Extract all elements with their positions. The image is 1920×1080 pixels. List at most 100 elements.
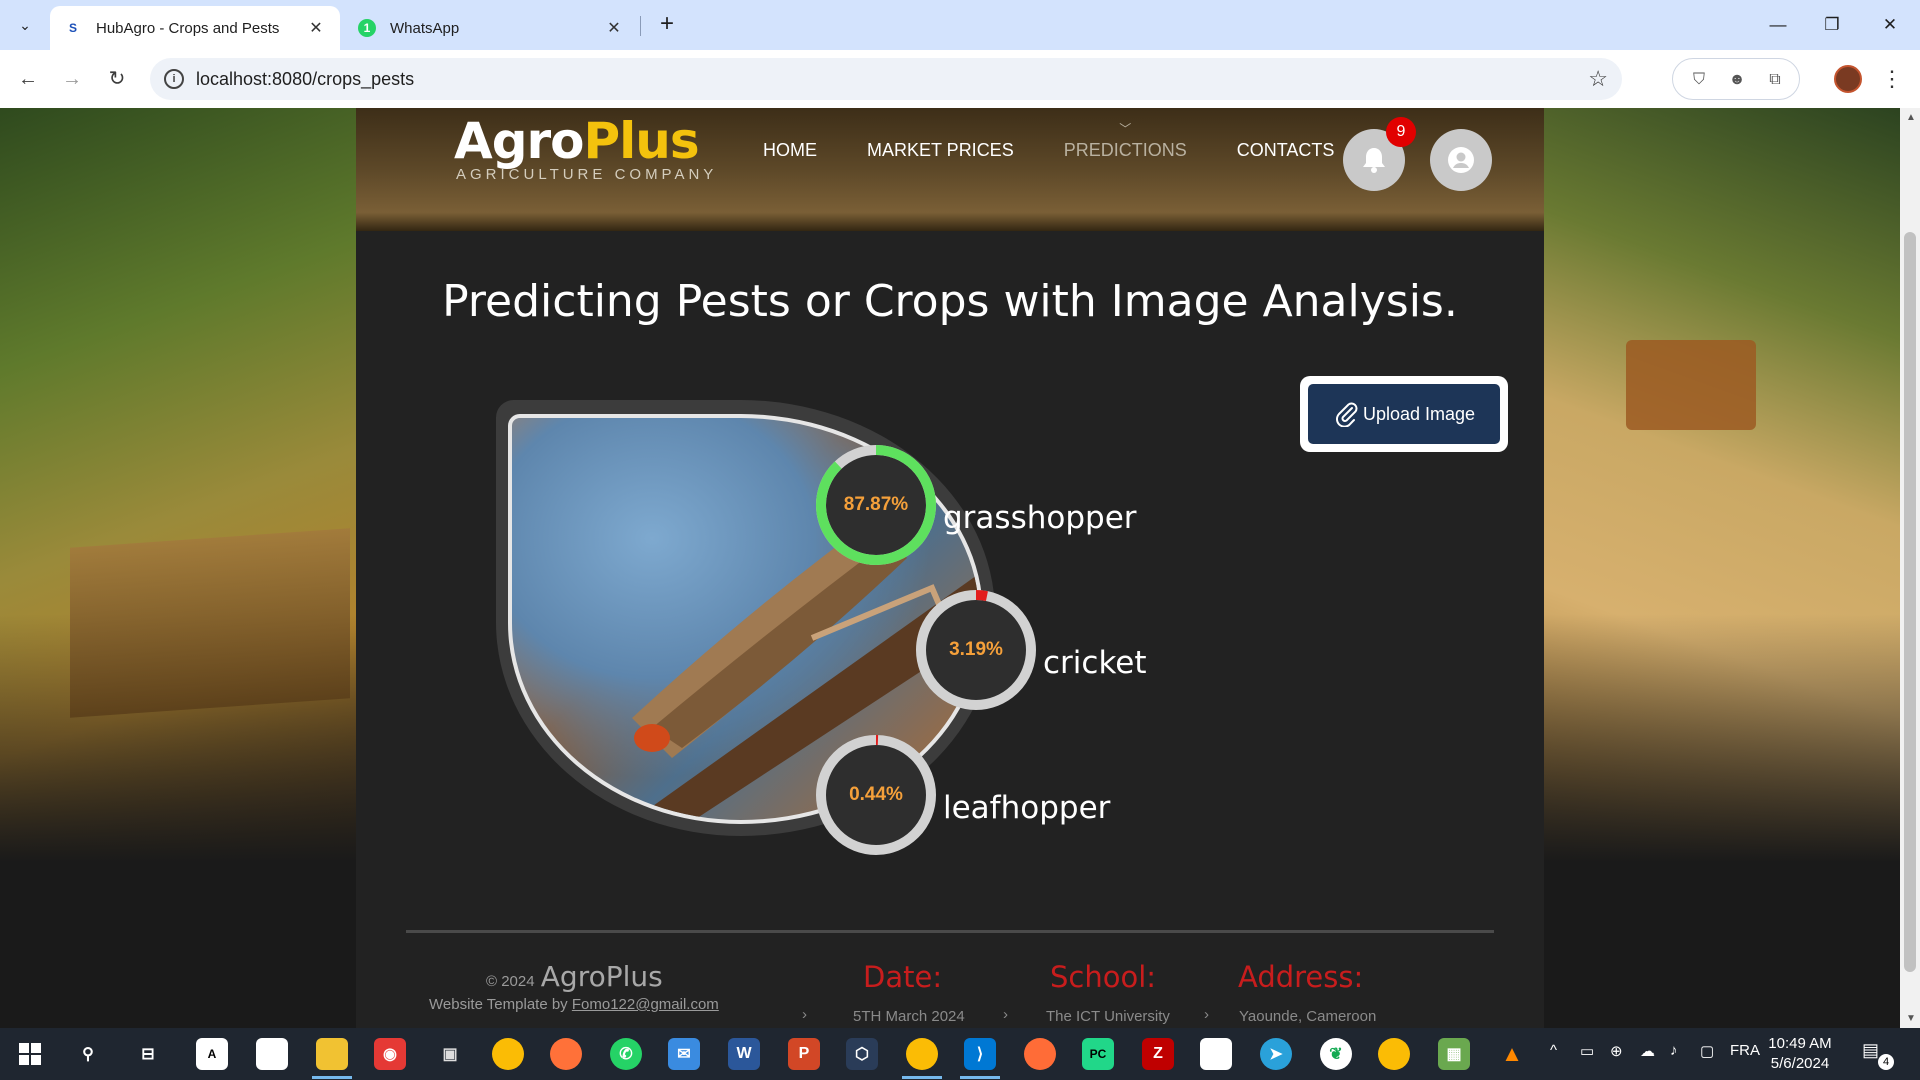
- chrome-icon[interactable]: [492, 1038, 524, 1070]
- prediction-item: 3.19% cricket: [913, 587, 1147, 713]
- chevron-down-icon: ﹀: [1119, 122, 1132, 136]
- prediction-percent: 3.19%: [949, 639, 1003, 660]
- footer-template-credit: Website Template by Fomo122@gmail.com: [429, 996, 719, 1013]
- onedrive-icon[interactable]: ☁: [1640, 1042, 1655, 1060]
- tab-whatsapp[interactable]: 1 WhatsApp ✕: [344, 6, 638, 50]
- tab-search-button[interactable]: ⌄: [8, 9, 42, 41]
- nav-home[interactable]: HOME: [763, 140, 817, 161]
- pycharm-icon[interactable]: PC: [1082, 1038, 1114, 1070]
- network-icon[interactable]: ⊕: [1610, 1042, 1623, 1060]
- volume-icon[interactable]: ♪: [1670, 1042, 1678, 1059]
- prediction-label: leafhopper: [943, 790, 1111, 826]
- footer-address-label: Address:: [1238, 960, 1364, 994]
- app-icon[interactable]: ▦: [1438, 1038, 1470, 1070]
- tab-separator: [640, 16, 641, 36]
- footer-date-label: Date:: [863, 960, 943, 994]
- input-language[interactable]: FRA: [1730, 1042, 1760, 1059]
- reload-icon[interactable]: ↻: [101, 63, 133, 95]
- close-tab-icon[interactable]: ✕: [604, 18, 624, 38]
- browser-menu-icon[interactable]: ⋮: [1880, 63, 1904, 95]
- footer-divider: [406, 930, 1494, 933]
- copyright-year: © 2024: [486, 973, 535, 990]
- new-tab-button[interactable]: +: [652, 10, 682, 40]
- chrome-active-icon[interactable]: [906, 1038, 938, 1070]
- browser-toolbar: ← → ↻ i localhost:8080/crops_pests ☆ ⛉ ☻…: [0, 50, 1920, 108]
- user-circle-icon: [1448, 147, 1474, 173]
- app-icon[interactable]: ⬡: [846, 1038, 878, 1070]
- forward-icon[interactable]: →: [56, 63, 88, 95]
- footer-school-label: School:: [1050, 960, 1157, 994]
- task-view-icon[interactable]: ⊟: [132, 1038, 164, 1070]
- profile-avatar[interactable]: [1834, 65, 1862, 93]
- windows-start-icon[interactable]: [14, 1038, 46, 1070]
- page-title: Predicting Pests or Crops with Image Ana…: [442, 276, 1458, 327]
- screen-recorder-icon[interactable]: ◉: [374, 1038, 406, 1070]
- chrome-icon[interactable]: [1378, 1038, 1410, 1070]
- site-header: AgroPlus AGRICULTURE COMPANY HOME MARKET…: [356, 108, 1544, 231]
- back-icon[interactable]: ←: [12, 63, 44, 95]
- nav-contacts[interactable]: CONTACTS: [1237, 140, 1335, 161]
- user-account-button[interactable]: [1430, 129, 1492, 191]
- url-text[interactable]: localhost:8080/crops_pests: [196, 69, 414, 90]
- display-icon[interactable]: ▢: [1700, 1042, 1714, 1060]
- tray-chevron-icon[interactable]: ^: [1550, 1042, 1557, 1059]
- vscode-icon[interactable]: ⟩: [964, 1038, 996, 1070]
- site-logo[interactable]: AgroPlus AGRICULTURE COMPANY: [454, 112, 717, 183]
- powerpoint-icon[interactable]: P: [788, 1038, 820, 1070]
- nav-market-prices[interactable]: MARKET PRICES: [867, 140, 1014, 161]
- site-info-icon[interactable]: i: [164, 69, 184, 89]
- puzzle-extensions-icon[interactable]: ⧉: [1763, 68, 1787, 92]
- footer-school-value: The ICT University: [1046, 1008, 1170, 1025]
- address-bar[interactable]: i localhost:8080/crops_pests ☆: [150, 58, 1622, 100]
- prediction-item: 0.44% leafhopper: [813, 732, 1110, 858]
- scroll-thumb[interactable]: [1904, 232, 1916, 972]
- footer-copyright: © 2024 AgroPlus: [486, 960, 663, 993]
- background-left-field-photo: [0, 108, 356, 1028]
- upload-image-button[interactable]: Upload Image: [1308, 384, 1500, 444]
- word-icon[interactable]: W: [728, 1038, 760, 1070]
- telegram-icon[interactable]: ➤: [1260, 1038, 1292, 1070]
- bookmark-star-icon[interactable]: ☆: [1588, 66, 1608, 92]
- nav-predictions[interactable]: ﹀ PREDICTIONS: [1063, 122, 1187, 161]
- whatsapp-icon[interactable]: ✆: [610, 1038, 642, 1070]
- app-icon[interactable]: A: [196, 1038, 228, 1070]
- firefox-icon[interactable]: [550, 1038, 582, 1070]
- restore-button[interactable]: ❐: [1812, 10, 1852, 40]
- filezilla-icon[interactable]: Z: [1142, 1038, 1174, 1070]
- tab-hubagro[interactable]: S HubAgro - Crops and Pests ✕: [50, 6, 340, 50]
- active-indicator: [960, 1076, 1000, 1079]
- app-icon[interactable]: ▣: [434, 1038, 466, 1070]
- upload-image-label: Upload Image: [1362, 403, 1476, 424]
- prediction-percent: 0.44%: [849, 784, 903, 805]
- close-tab-icon[interactable]: ✕: [306, 18, 326, 38]
- prediction-label: grasshopper: [943, 500, 1137, 536]
- template-email-link[interactable]: Fomo122@gmail.com: [572, 996, 719, 1013]
- battery-icon[interactable]: ▭: [1580, 1042, 1594, 1060]
- vlc-icon[interactable]: ▲: [1496, 1038, 1528, 1070]
- nav-predictions-label: PREDICTIONS: [1063, 140, 1187, 160]
- whatsapp-favicon-icon: 1: [358, 19, 376, 37]
- search-icon[interactable]: ⚲: [72, 1038, 104, 1070]
- chevron-right-icon: ›: [1204, 1006, 1209, 1023]
- notepad-icon[interactable]: [1200, 1038, 1232, 1070]
- close-window-button[interactable]: ✕: [1870, 10, 1910, 40]
- system-clock[interactable]: 10:49 AM 5/6/2024: [1760, 1034, 1840, 1074]
- tab-title: HubAgro - Crops and Pests: [96, 19, 280, 37]
- footer-brand: AgroPlus: [540, 960, 663, 993]
- notepad-icon[interactable]: [256, 1038, 288, 1070]
- upload-image-wrapper: Upload Image: [1300, 376, 1508, 452]
- scroll-up-icon[interactable]: ▲: [1906, 112, 1916, 123]
- logo-plus: Plus: [583, 112, 700, 170]
- shield-extension-icon[interactable]: ⛉: [1687, 68, 1711, 92]
- background-hay-crate: [70, 528, 350, 718]
- background-right-field-photo: [1544, 108, 1900, 1028]
- scroll-down-icon[interactable]: ▼: [1906, 1013, 1916, 1024]
- page-content: AgroPlus AGRICULTURE COMPANY HOME MARKET…: [356, 108, 1544, 1028]
- postman-icon[interactable]: [1024, 1038, 1056, 1070]
- page-scrollbar[interactable]: ▲ ▼: [1900, 108, 1920, 1028]
- minimize-button[interactable]: —: [1758, 10, 1798, 40]
- file-explorer-icon[interactable]: [316, 1038, 348, 1070]
- mongodb-icon[interactable]: ❦: [1320, 1038, 1352, 1070]
- mail-icon[interactable]: ✉: [668, 1038, 700, 1070]
- spy-extension-icon[interactable]: ☻: [1725, 68, 1749, 92]
